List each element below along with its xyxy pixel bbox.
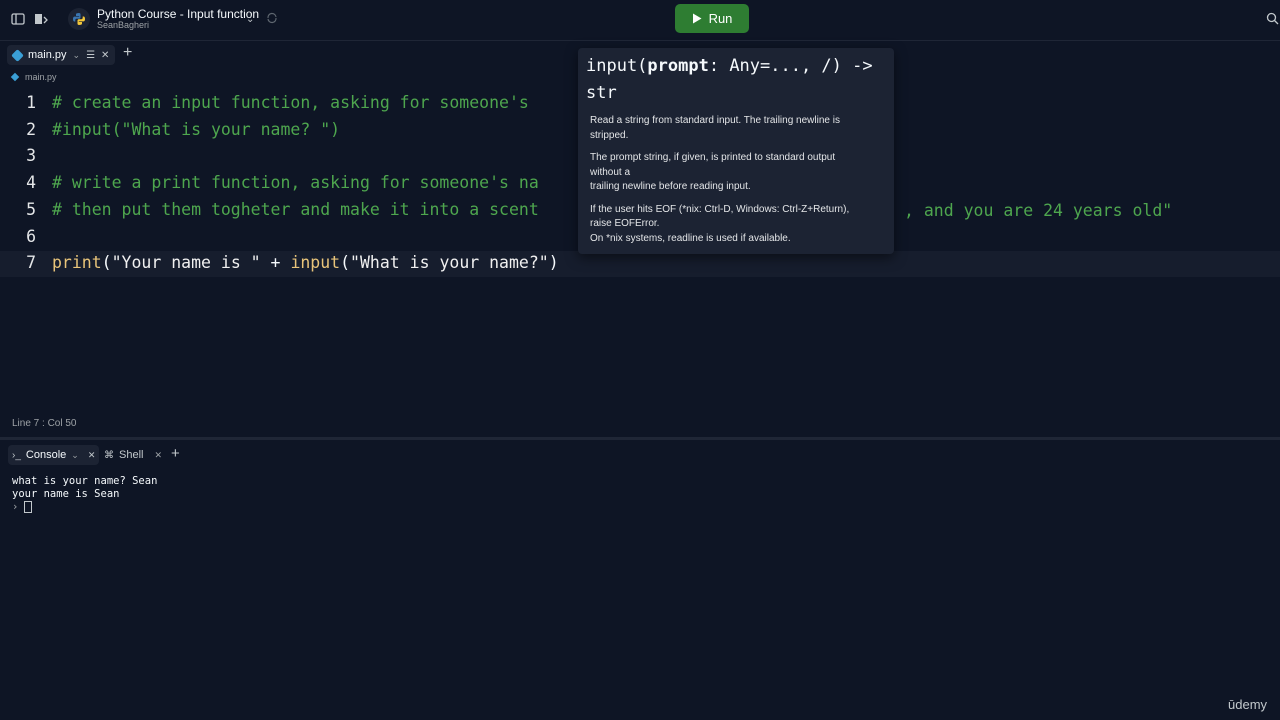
console-line: your name is Sean <box>12 488 120 500</box>
python-file-icon <box>11 48 24 62</box>
chevron-down-icon[interactable]: ⌄ <box>73 50 81 61</box>
text-cursor <box>24 501 33 513</box>
function-signature: input(prompt: Any=..., /) -> str <box>586 53 886 107</box>
line-number: 2 <box>26 119 36 139</box>
line-number: 7 <box>26 253 36 273</box>
console-prompt[interactable]: › <box>12 501 157 514</box>
code-token: + <box>260 253 291 273</box>
docstring: Read a string from standard input. The t… <box>590 114 880 254</box>
code-text: #input("What is your name? ") <box>52 117 340 143</box>
shell-tab-label: Shell <box>119 449 144 461</box>
line-number: 1 <box>26 93 36 112</box>
doc-paragraph: The prompt string, if given, is printed … <box>590 152 836 192</box>
prompt-caret-icon: › <box>12 501 19 513</box>
line-number: 4 <box>26 173 36 193</box>
search-icon[interactable] <box>1266 12 1279 28</box>
code-text: # then put them togheter and make it int… <box>52 197 539 223</box>
code-token: ) <box>548 253 559 273</box>
udemy-watermark: ūdemy <box>1228 697 1268 712</box>
terminal-icon: ›_ <box>12 449 21 461</box>
cursor-position: Line 7 : Col 50 <box>12 418 77 429</box>
code-token: ( <box>101 253 112 273</box>
sig-rest: : Any=..., /) -> <box>708 56 873 76</box>
layout-icon[interactable] <box>34 12 48 29</box>
new-tab-button[interactable]: + <box>123 44 132 62</box>
tab-console[interactable]: ›_ Console ⌄ ✕ <box>8 445 100 465</box>
shell-icon: ⌘ <box>104 449 114 461</box>
code-token: "What is your name?" <box>350 253 549 273</box>
console-line: what is your name? Sean <box>12 475 158 487</box>
run-button-label: Run <box>708 11 733 26</box>
project-title[interactable]: Python Course - Input function <box>97 7 259 21</box>
sig-name: input( <box>586 56 648 76</box>
code-token: # create an input function, asking for s… <box>52 93 539 112</box>
project-owner[interactable]: SeanBagheri <box>97 20 149 30</box>
pane-divider[interactable] <box>0 437 1280 440</box>
code-text: print("Your name is " + input("What is y… <box>52 250 559 276</box>
tab-label: main.py <box>28 49 67 61</box>
line-5-tail: , and you are 24 years old" <box>904 198 1172 224</box>
close-icon[interactable]: ✕ <box>88 450 96 461</box>
code-token: print <box>52 253 102 273</box>
sig-return: str <box>586 83 617 103</box>
signature-help-tooltip: input(prompt: Any=..., /) -> str Read a s… <box>578 48 894 254</box>
breadcrumb-label: main.py <box>25 72 57 82</box>
code-token: # then put them togheter and make it int… <box>52 199 539 219</box>
sync-icon <box>266 12 278 27</box>
code-text: # write a print function, asking for som… <box>52 170 539 196</box>
code-token: #input("What is your name? ") <box>52 119 341 139</box>
line-number: 3 <box>26 146 36 166</box>
breadcrumb[interactable]: main.py <box>10 72 57 82</box>
file-icon <box>10 72 20 82</box>
doc-paragraph: If the user hits EOF (*nix: Ctrl-D, Wind… <box>590 203 850 244</box>
console-output[interactable]: what is your name? Sean your name is Sean… <box>12 475 157 514</box>
python-logo-icon <box>68 8 90 30</box>
console-tab-label: Console <box>25 449 67 461</box>
code-token: # write a print function, asking for som… <box>52 173 539 193</box>
tab-main-py[interactable]: main.py ⌄ ☰ ✕ <box>7 45 116 65</box>
play-icon <box>692 13 702 24</box>
code-text: # create an input function, asking for s… <box>52 90 539 116</box>
line-number: 5 <box>26 199 36 219</box>
list-icon[interactable]: ☰ <box>86 50 95 61</box>
code-token: input <box>290 253 341 273</box>
chevron-down-icon[interactable]: ⌄ <box>71 450 79 461</box>
run-button[interactable]: Run <box>675 4 749 33</box>
close-icon[interactable]: ✕ <box>154 450 162 461</box>
top-bar: Python Course - Input function SeanBaghe… <box>0 0 1280 38</box>
console-tab-bar: ›_ Console ⌄ ✕ ⌘ Shell ✕ + <box>0 445 1280 465</box>
tab-shell[interactable]: ⌘ Shell ✕ <box>100 445 166 465</box>
sig-param: prompt <box>647 56 709 76</box>
code-token: "Your name is " <box>111 253 261 273</box>
chevron-down-icon[interactable]: ⌄ <box>246 13 254 27</box>
new-console-tab-button[interactable]: + <box>171 445 180 462</box>
line-number: 6 <box>26 226 36 246</box>
code-token: ( <box>340 253 351 273</box>
code-comment: , and you are 24 years old" <box>904 201 1173 220</box>
close-icon[interactable]: ✕ <box>101 50 109 61</box>
doc-paragraph: Read a string from standard input. The t… <box>590 115 840 141</box>
sidebar-toggle-icon[interactable] <box>11 12 25 29</box>
